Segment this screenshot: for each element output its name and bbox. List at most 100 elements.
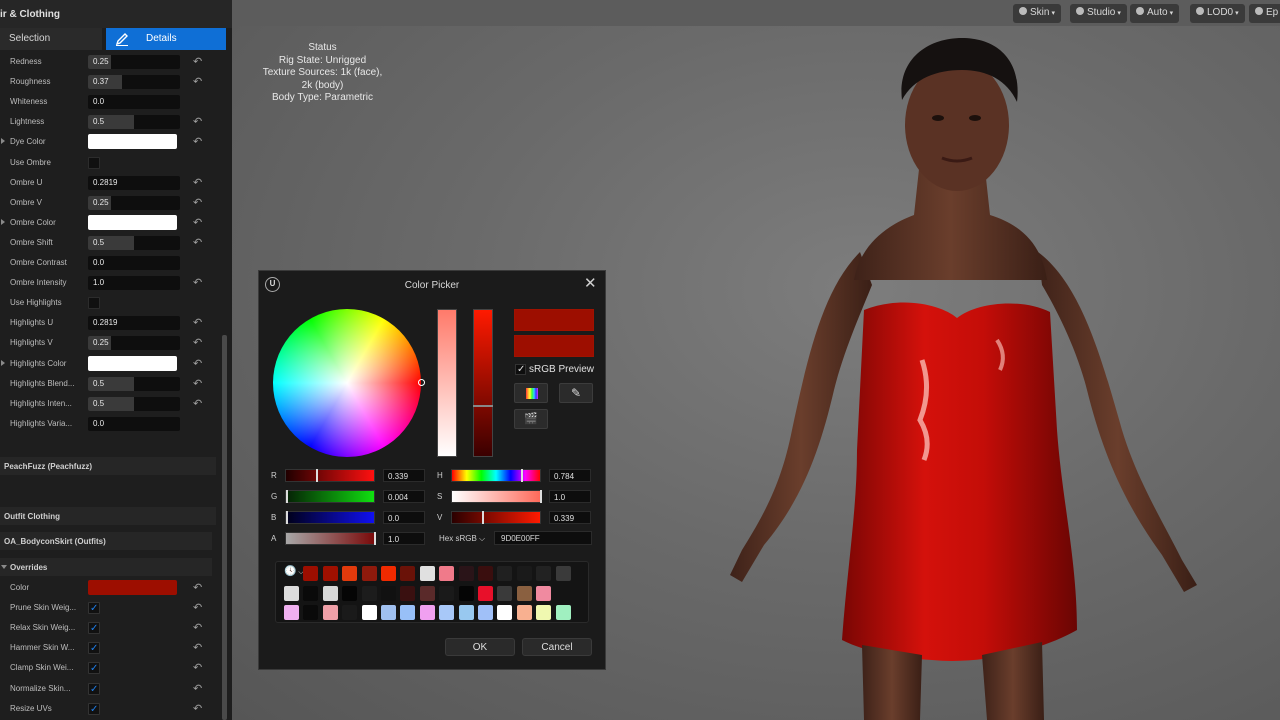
overrides-header[interactable]: Overrides xyxy=(0,558,212,576)
property-slider[interactable]: 0.25 xyxy=(88,195,180,210)
eyedropper-button[interactable]: ✎ xyxy=(559,383,593,403)
reset-arrow-icon[interactable]: ↶ xyxy=(193,115,202,128)
color-swatch-cell[interactable] xyxy=(400,566,416,581)
color-swatch-cell[interactable] xyxy=(478,605,493,620)
color-swatch-cell[interactable] xyxy=(303,605,319,620)
tab-selection[interactable]: Selection xyxy=(0,28,102,50)
dialog-titlebar[interactable]: U Color Picker ✕ xyxy=(259,271,605,297)
channel-h-slider[interactable] xyxy=(451,469,541,482)
channel-r-slider[interactable] xyxy=(285,469,375,482)
color-swatch-cell[interactable] xyxy=(361,585,377,601)
channel-b-slider[interactable] xyxy=(285,511,375,524)
property-slider[interactable]: 0.5 xyxy=(88,115,180,130)
expand-arrow-icon[interactable] xyxy=(1,218,5,225)
channel-v-slider[interactable] xyxy=(451,511,541,524)
cancel-button[interactable]: Cancel xyxy=(522,638,592,656)
channel-g-slider[interactable] xyxy=(285,490,375,503)
color-swatch-cell[interactable] xyxy=(342,605,358,620)
outfit-item-header[interactable]: OA_BodyconSkirt (Outfits) xyxy=(0,532,212,550)
property-input[interactable]: 0.0 xyxy=(88,256,180,270)
reset-arrow-icon[interactable]: ↶ xyxy=(193,357,202,370)
color-swatch-cell[interactable] xyxy=(419,585,435,601)
color-swatch-cell[interactable] xyxy=(322,605,338,620)
color-swatch-cell[interactable] xyxy=(361,605,377,620)
color-swatch-cell[interactable] xyxy=(439,566,455,581)
value-bar-marker[interactable] xyxy=(473,405,493,407)
color-swatch-cell[interactable] xyxy=(497,585,513,601)
color-wheel[interactable] xyxy=(273,309,421,457)
saturation-bar[interactable] xyxy=(437,309,457,457)
property-checkbox[interactable]: ✓ xyxy=(88,682,100,695)
lod-button[interactable]: LOD0 ▾ xyxy=(1190,4,1245,23)
color-swatch-cell[interactable] xyxy=(536,585,552,601)
slider-handle[interactable] xyxy=(481,511,484,524)
color-swatch-cell[interactable] xyxy=(536,566,552,581)
hex-mode-dropdown[interactable]: Hex sRGB ⌵ xyxy=(439,534,485,544)
color-swatch-cell[interactable] xyxy=(322,566,338,581)
slider-handle[interactable] xyxy=(286,490,289,503)
color-swatch-cell[interactable] xyxy=(516,585,532,601)
color-swatch-cell[interactable] xyxy=(322,585,338,601)
reset-arrow-icon[interactable]: ↶ xyxy=(193,581,202,594)
reset-arrow-icon[interactable]: ↶ xyxy=(193,316,202,329)
channel-a-slider[interactable] xyxy=(285,532,376,545)
channel-v-input[interactable]: 0.339 xyxy=(549,511,591,524)
color-swatch-cell[interactable] xyxy=(516,605,532,620)
color-swatch-cell[interactable] xyxy=(478,566,493,581)
color-swatch-cell[interactable] xyxy=(303,566,319,581)
color-swatch-cell[interactable] xyxy=(439,585,455,601)
reset-arrow-icon[interactable]: ↶ xyxy=(193,135,202,148)
reset-arrow-icon[interactable]: ↶ xyxy=(193,702,202,715)
panel-scrollbar[interactable] xyxy=(222,335,227,720)
property-input[interactable]: 0.2819 xyxy=(88,316,180,331)
color-swatch-cell[interactable] xyxy=(400,605,416,620)
srgb-checkbox[interactable]: ✓ xyxy=(515,364,526,375)
color-swatch-cell[interactable] xyxy=(497,566,513,581)
color-swatch[interactable] xyxy=(88,355,177,371)
color-swatch-cell[interactable] xyxy=(400,585,416,601)
color-themes-button[interactable]: 🎬 xyxy=(514,409,548,429)
property-input[interactable]: 0.0 xyxy=(88,95,180,110)
property-input[interactable]: 0.0 xyxy=(88,416,180,431)
color-wheel-marker[interactable] xyxy=(418,379,425,386)
color-swatch[interactable] xyxy=(88,214,177,230)
color-swatch-cell[interactable] xyxy=(342,566,358,581)
slider-handle[interactable] xyxy=(286,511,288,524)
color-swatch-cell[interactable] xyxy=(419,566,435,581)
color-swatch-cell[interactable] xyxy=(284,605,299,620)
reset-arrow-icon[interactable]: ↶ xyxy=(193,55,202,68)
color-swatch-cell[interactable] xyxy=(458,585,474,601)
color-swatch-cell[interactable] xyxy=(284,585,299,601)
property-checkbox[interactable]: ✓ xyxy=(88,642,100,655)
channel-s-slider[interactable] xyxy=(451,490,542,503)
channel-b-input[interactable]: 0.0 xyxy=(383,511,425,524)
value-bar[interactable] xyxy=(473,309,493,457)
property-slider[interactable]: 0.5 xyxy=(88,376,180,391)
outfit-section[interactable]: Outfit Clothing xyxy=(0,507,216,525)
channel-a-input[interactable]: 1.0 xyxy=(383,532,425,545)
auto-button[interactable]: Auto ▾ xyxy=(1130,4,1180,23)
slider-handle[interactable] xyxy=(315,469,318,482)
old-color-preview[interactable] xyxy=(514,335,594,357)
slider-handle[interactable] xyxy=(520,469,523,482)
color-swatch-cell[interactable] xyxy=(497,605,513,620)
color-swatch-cell[interactable] xyxy=(439,605,455,620)
property-checkbox[interactable]: ✓ xyxy=(88,622,100,635)
property-checkbox[interactable]: ✓ xyxy=(88,602,100,615)
color-swatch-cell[interactable] xyxy=(555,566,571,581)
channel-s-input[interactable]: 1.0 xyxy=(549,490,591,503)
reset-arrow-icon[interactable]: ↶ xyxy=(193,397,202,410)
color-swatch-cell[interactable] xyxy=(419,605,435,620)
tab-details[interactable]: Details xyxy=(106,28,226,50)
reset-arrow-icon[interactable]: ↶ xyxy=(193,682,202,695)
color-swatch-cell[interactable] xyxy=(361,566,377,581)
property-slider[interactable]: 0.25 xyxy=(88,336,180,351)
expand-arrow-icon[interactable] xyxy=(1,359,5,366)
color-swatch[interactable] xyxy=(88,580,177,595)
property-checkbox[interactable] xyxy=(88,156,100,169)
property-slider[interactable]: 0.5 xyxy=(88,396,180,411)
property-input[interactable]: 1.0 xyxy=(88,276,180,291)
property-slider[interactable]: 0.25 xyxy=(88,55,180,69)
reset-arrow-icon[interactable]: ↶ xyxy=(193,621,202,634)
slider-handle[interactable] xyxy=(540,490,542,503)
